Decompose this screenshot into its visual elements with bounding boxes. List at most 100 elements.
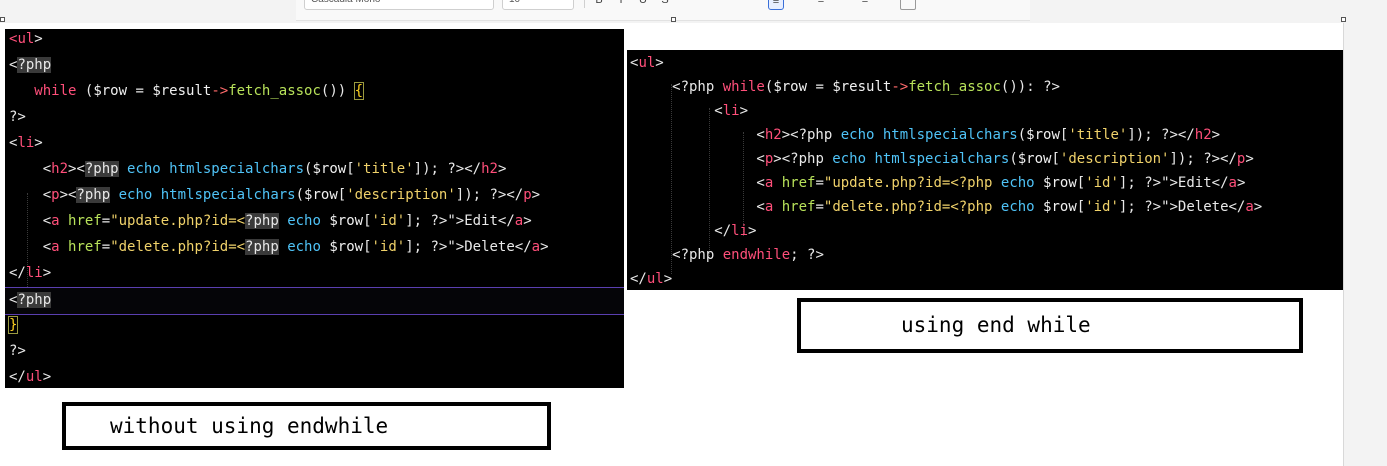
code-token: href <box>59 239 102 255</box>
code-token: ?php <box>245 213 279 229</box>
align-right-icon[interactable]: ≡ <box>858 0 872 8</box>
code-token: [ <box>337 187 347 203</box>
code-token: } <box>7 316 19 334</box>
align-center-icon[interactable]: ≡ <box>814 0 828 8</box>
code-line: < a href="delete.php?id=<?php echo $row['… <box>627 195 1343 219</box>
code-token: </ <box>9 369 26 385</box>
code-line: <h2><?php echo htmlspecialchars($row['ti… <box>627 123 1343 147</box>
code-token: $result <box>832 79 892 95</box>
code-token: ?> <box>9 343 26 359</box>
code-token: [ <box>1051 151 1060 167</box>
code-token: a <box>514 213 524 229</box>
code-token: > <box>748 223 757 239</box>
code-line: <p><?php echo htmlspecialchars($row['des… <box>5 183 624 209</box>
code-token: echo htmlspecialchars <box>118 161 305 177</box>
code-token: a <box>1245 199 1254 215</box>
code-token: ]); ?></ <box>1127 127 1195 143</box>
resize-handle-right[interactable] <box>1341 17 1346 22</box>
code-token: ?php <box>84 161 119 177</box>
canvas-edge <box>1343 23 1344 466</box>
code-token: $row <box>1043 199 1077 215</box>
code-token: li <box>731 223 749 239</box>
code-token: ( <box>1017 127 1027 143</box>
code-token: $row <box>93 83 128 99</box>
code-token: ?php <box>17 57 52 73</box>
code-token: = <box>807 79 833 95</box>
code-token: > <box>1211 127 1221 143</box>
code-screenshot-with-endwhile: <ul> <?php while($row = $result->fetch_a… <box>627 50 1343 290</box>
code-token: = <box>815 175 824 191</box>
code-line: <?php <box>5 53 624 79</box>
code-token: ( <box>1009 151 1018 167</box>
code-token: ]; ?>">Edit</ <box>1118 175 1229 191</box>
code-line: <?php <box>5 287 624 315</box>
code-token: < <box>9 239 52 255</box>
code-token: ]); ?></ <box>1169 151 1237 167</box>
code-token: p <box>523 187 532 203</box>
caption-without-endwhile: without using endwhile <box>62 402 551 450</box>
code-token: $row <box>773 79 808 95</box>
code-token: li <box>722 103 740 119</box>
code-token: ]; ?>">Delete</ <box>1118 199 1246 215</box>
underline-icon[interactable]: U <box>636 0 650 8</box>
code-token: "delete.php?id=<?php <box>823 199 993 215</box>
code-token: > <box>34 135 43 151</box>
code-token: ]; ?>">Edit</ <box>405 213 515 229</box>
font-family-select[interactable]: Cascadia Mono <box>304 0 494 10</box>
code-token: $row <box>304 187 338 203</box>
code-token: >< <box>68 161 85 177</box>
code-token: < <box>9 213 52 229</box>
code-token: < <box>630 103 723 119</box>
resize-handle-left[interactable] <box>0 17 5 22</box>
code-token: echo <box>278 239 330 255</box>
code-token: ?php <box>245 239 279 255</box>
code-token: { <box>353 82 365 100</box>
code-token: ul <box>638 55 656 71</box>
font-size-select[interactable]: 10 <box>502 0 574 10</box>
code-token: li <box>17 135 35 151</box>
code-token: ()): ?> <box>1000 79 1060 95</box>
code-line: </ul> <box>627 267 1343 290</box>
checkbox-icon[interactable] <box>900 0 916 10</box>
code-token: > <box>739 103 749 119</box>
code-token: > <box>1245 151 1254 167</box>
code-token: $row <box>1017 151 1052 167</box>
code-line: </ul> <box>5 365 624 388</box>
code-line: <li> <box>627 99 1343 123</box>
code-token: [ <box>1076 199 1086 215</box>
code-token: 'title' <box>354 161 414 177</box>
code-token: > <box>1253 199 1263 215</box>
code-token: > <box>523 213 532 229</box>
italic-icon[interactable]: I <box>614 0 628 8</box>
align-left-icon[interactable]: ≡ <box>768 0 784 10</box>
code-line: <ul> <box>5 29 624 53</box>
code-token: ul <box>646 271 664 287</box>
resize-handle-top[interactable] <box>671 17 676 22</box>
code-token: [ <box>363 239 372 255</box>
code-token: [ <box>1076 175 1086 191</box>
code-token: > <box>531 187 541 203</box>
caption-using-endwhile: using end while <box>797 298 1303 353</box>
bold-icon[interactable]: B <box>592 0 606 8</box>
code-token: "update.php?id=<?php <box>823 175 993 191</box>
code-token: ]); ?></ <box>455 187 524 203</box>
code-token: a <box>1228 175 1237 191</box>
code-token: while <box>34 83 77 99</box>
strikethrough-icon[interactable]: S <box>658 0 672 8</box>
code-token: href <box>59 213 102 229</box>
code-token: a <box>51 239 60 255</box>
code-line: </li> <box>627 219 1343 243</box>
code-token: = <box>815 199 824 215</box>
code-token: < <box>630 199 765 215</box>
toolbar-divider <box>584 0 585 8</box>
code-token: p <box>51 187 60 203</box>
code-token: ?> <box>9 109 26 125</box>
code-token: $row <box>329 239 364 255</box>
code-token: ul <box>17 31 35 47</box>
code-line: ?> <box>5 339 624 365</box>
code-token: 'description' <box>346 187 456 203</box>
code-line: <p><?php echo htmlspecialchars($row['des… <box>627 147 1343 171</box>
code-token: </ <box>630 271 647 287</box>
code-token: 'id' <box>1085 199 1119 215</box>
